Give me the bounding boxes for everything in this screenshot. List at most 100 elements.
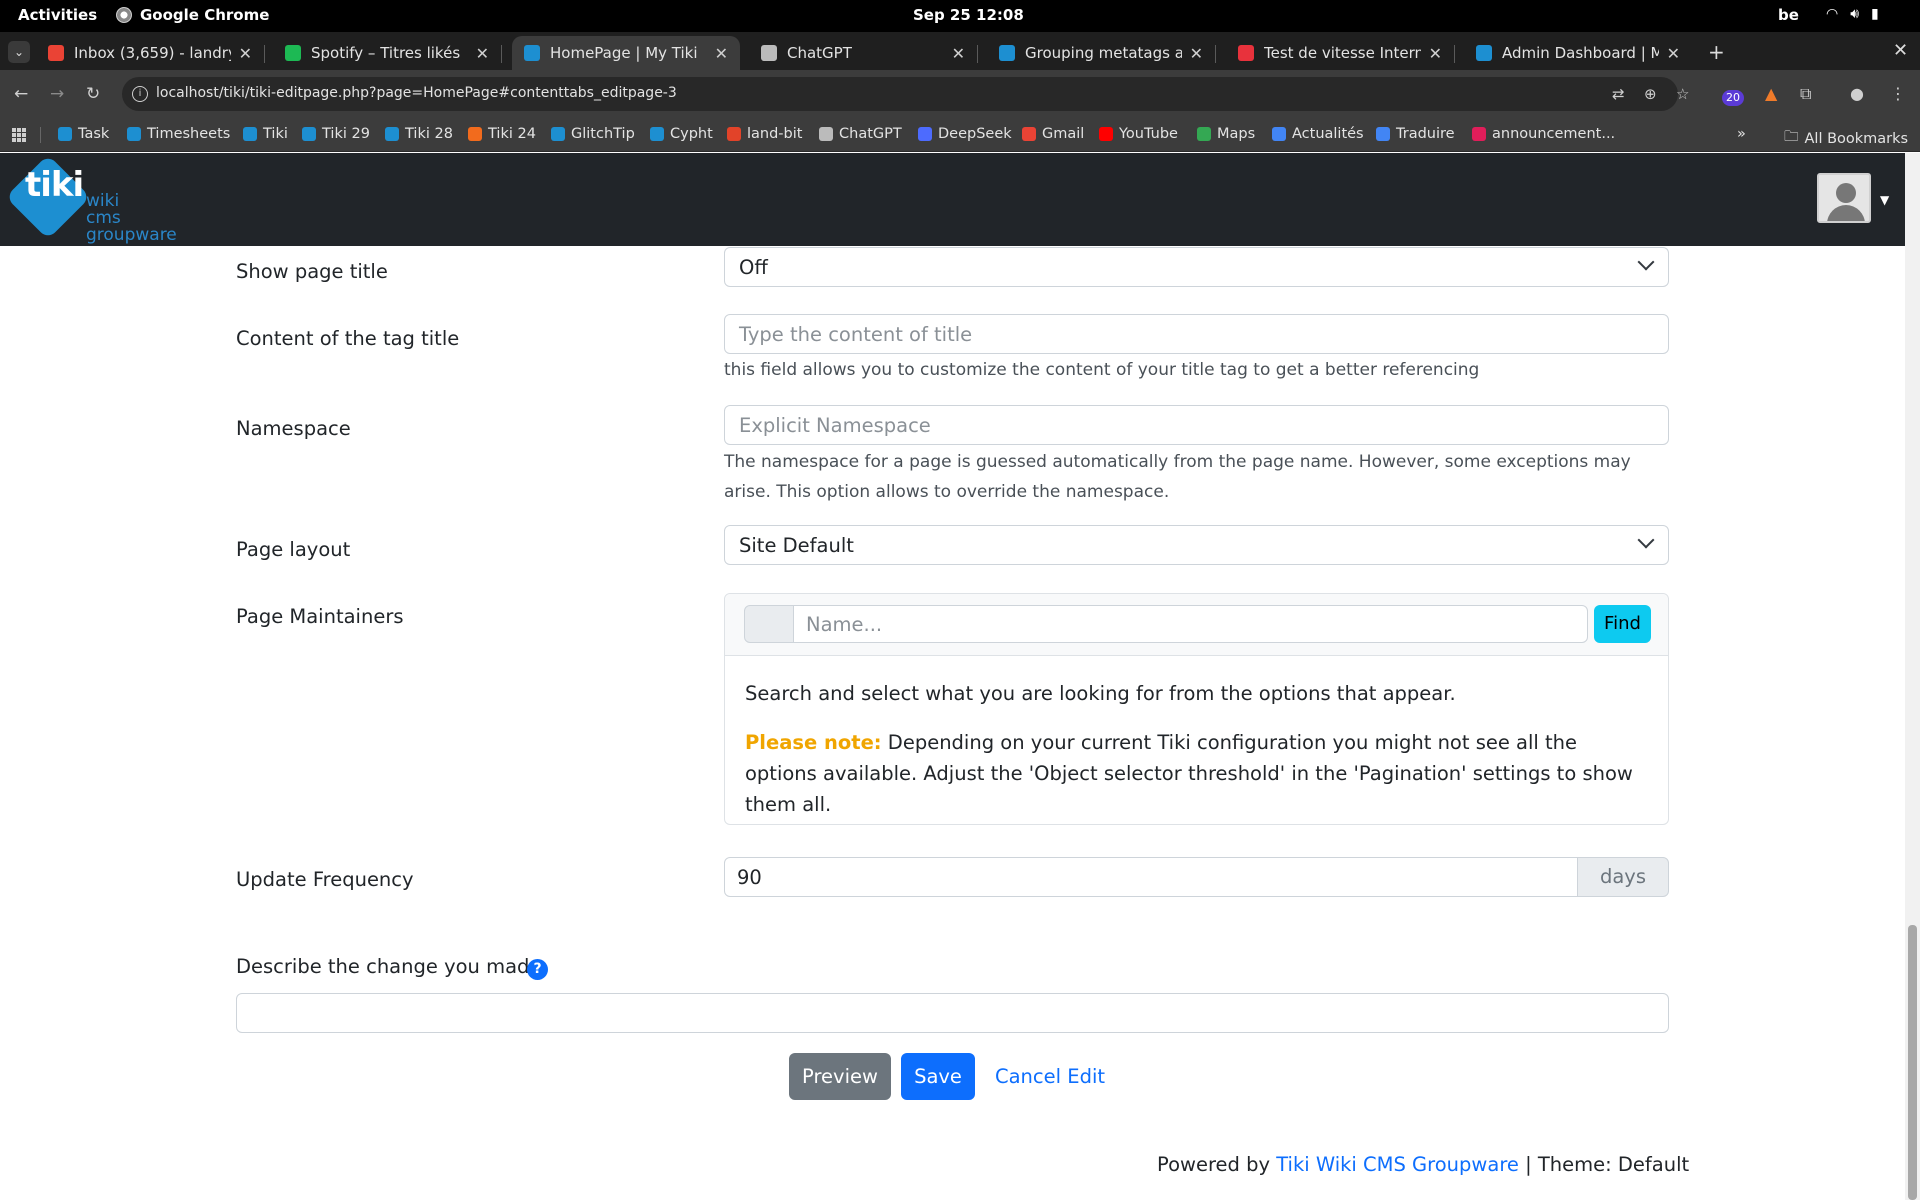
preview-button[interactable]: Preview — [789, 1053, 891, 1100]
page-layout-select[interactable]: Site Default — [724, 525, 1669, 565]
translate-icon[interactable]: ⇄ — [1612, 85, 1625, 103]
update-frequency-input[interactable]: 90 — [724, 857, 1578, 897]
bookmark-item[interactable]: Tiki 28 — [385, 126, 453, 142]
back-icon[interactable]: ← — [14, 84, 28, 104]
bookmark-label: GlitchTip — [571, 126, 635, 142]
extension-badge[interactable]: 20 — [1722, 90, 1744, 106]
tag-title-placeholder: Type the content of title — [739, 323, 973, 346]
bookmark-label: Tiki 29 — [322, 126, 370, 142]
bookmark-item[interactable]: DeepSeek — [918, 126, 1012, 142]
avatar-body — [1827, 205, 1865, 221]
maintainers-selector: Name... Find Search and select what you … — [724, 593, 1669, 825]
update-frequency-unit: days — [1577, 857, 1669, 897]
bookmark-item[interactable]: Timesheets — [127, 126, 230, 142]
bookmark-item[interactable]: YouTube — [1099, 126, 1178, 142]
bookmark-item[interactable]: Gmail — [1022, 126, 1084, 142]
cancel-edit-link[interactable]: Cancel Edit — [993, 1053, 1107, 1100]
tiki-icon — [999, 45, 1015, 61]
maintainers-placeholder: Name... — [806, 613, 883, 636]
extensions-puzzle-icon[interactable]: ⧉ — [1800, 84, 1811, 104]
bookmark-label: Actualités — [1292, 126, 1364, 142]
window-close-icon[interactable]: ✕ — [1893, 40, 1908, 61]
chrome-menu-icon[interactable]: ⋮ — [1890, 84, 1906, 103]
keyboard-layout[interactable]: be — [1778, 6, 1799, 24]
namespace-input[interactable]: Explicit Namespace — [724, 405, 1669, 445]
bookmark-favicon-icon — [243, 127, 257, 141]
bookmark-item[interactable]: Tiki — [243, 126, 288, 142]
system-tray[interactable]: ◠ 🔊︎ ▮ — [1826, 6, 1879, 22]
scrollbar-thumb[interactable] — [1908, 925, 1917, 1200]
bookmarks-overflow[interactable]: » — [1737, 126, 1746, 142]
browser-tab[interactable]: ChatGPT ✕ — [749, 36, 978, 70]
profile-icon[interactable]: ● — [1850, 84, 1864, 103]
tab-search-icon[interactable]: ⌄ — [8, 41, 30, 63]
help-question-icon[interactable]: ? — [527, 959, 548, 980]
bookmark-item[interactable]: Actualités — [1272, 126, 1364, 142]
bookmark-item[interactable]: announcement... — [1472, 126, 1615, 142]
forward-icon[interactable]: → — [50, 84, 64, 104]
bookmark-item[interactable]: Tiki 29 — [302, 126, 370, 142]
logo-subtitle: wiki cms groupware — [86, 193, 177, 244]
gmail-icon — [48, 45, 64, 61]
bookmark-label: Tiki — [263, 126, 288, 142]
bookmark-item[interactable]: Tiki 24 — [468, 126, 536, 142]
all-bookmarks[interactable]: 🗀 All Bookmarks — [1784, 126, 1908, 151]
show-page-title-select[interactable]: Off — [724, 247, 1669, 287]
bookmark-item[interactable]: Task — [58, 126, 109, 142]
tab-close-icon[interactable]: ✕ — [952, 44, 965, 63]
bookmark-item[interactable]: Cypht — [650, 126, 713, 142]
bookmark-item[interactable]: Maps — [1197, 126, 1255, 142]
browser-tab[interactable]: Inbox (3,659) - landrybite ✕ — [36, 36, 265, 70]
bookmark-star-icon[interactable]: ☆ — [1676, 85, 1689, 103]
new-tab-button[interactable]: + — [1708, 40, 1725, 64]
tab-close-icon[interactable]: ✕ — [476, 44, 489, 63]
bookmark-favicon-icon — [468, 127, 482, 141]
tab-close-icon[interactable]: ✕ — [1429, 44, 1442, 63]
bookmark-label: DeepSeek — [938, 126, 1012, 142]
browser-tab[interactable]: HomePage | My Tiki ✕ — [512, 36, 740, 70]
tag-title-input[interactable]: Type the content of title — [724, 314, 1669, 354]
describe-change-input[interactable] — [236, 993, 1669, 1033]
browser-tab[interactable]: Spotify – Titres likés ✕ — [273, 36, 502, 70]
browser-tab[interactable]: Grouping metatags and S ✕ — [987, 36, 1216, 70]
find-button[interactable]: Find — [1594, 605, 1651, 643]
page-layout-label: Page layout — [236, 538, 351, 561]
bookmark-favicon-icon — [727, 127, 741, 141]
app-menu[interactable]: Google Chrome — [116, 6, 269, 24]
footer-powered-by: Powered by — [1157, 1153, 1277, 1176]
browser-tab[interactable]: Admin Dashboard | My Ti ✕ — [1464, 36, 1692, 70]
bookmark-item[interactable]: Traduire — [1376, 126, 1455, 142]
tab-separator — [501, 45, 502, 63]
bookmark-item[interactable]: ChatGPT — [819, 126, 902, 142]
bookmark-label: Maps — [1217, 126, 1256, 142]
maintainers-note: Please note: Depending on your current T… — [745, 727, 1650, 820]
footer-tiki-link[interactable]: Tiki Wiki CMS Groupware — [1276, 1153, 1519, 1176]
logo-text: tiki — [25, 165, 84, 205]
save-button[interactable]: Save — [901, 1053, 975, 1100]
user-avatar[interactable] — [1817, 173, 1871, 223]
page-scrollbar[interactable] — [1905, 153, 1920, 1200]
bookmark-label: Timesheets — [147, 126, 231, 142]
bookmark-item[interactable]: GlitchTip — [551, 126, 635, 142]
address-bar[interactable]: i localhost/tiki/tiki-editpage.php?page=… — [122, 77, 1689, 111]
activities-button[interactable]: Activities — [18, 6, 97, 24]
maintainers-info: Search and select what you are looking f… — [745, 678, 1650, 838]
apps-grid-icon[interactable] — [12, 128, 26, 142]
reload-icon[interactable]: ↻ — [86, 84, 100, 104]
zoom-icon[interactable]: ⊕ — [1644, 85, 1657, 103]
bookmark-label: Task — [78, 126, 110, 142]
tab-close-icon[interactable]: ✕ — [1190, 44, 1203, 63]
tab-close-icon[interactable]: ✕ — [715, 44, 728, 63]
bookmark-item[interactable]: land-bit — [727, 126, 802, 142]
tab-close-icon[interactable]: ✕ — [239, 44, 252, 63]
clock[interactable]: Sep 25 12:08 — [913, 6, 1024, 24]
site-info-icon[interactable]: i — [132, 86, 148, 102]
bookmark-favicon-icon — [918, 127, 932, 141]
bookmark-favicon-icon — [1472, 127, 1486, 141]
tab-close-icon[interactable]: ✕ — [1667, 44, 1680, 63]
bookmark-favicon-icon — [819, 127, 833, 141]
browser-tab[interactable]: Test de vitesse Internet | ✕ — [1226, 36, 1455, 70]
extension-icon[interactable]: ▲ — [1765, 84, 1777, 103]
user-menu-caret-icon[interactable]: ▼ — [1880, 193, 1889, 207]
maintainers-search-input[interactable]: Name... — [793, 605, 1588, 643]
